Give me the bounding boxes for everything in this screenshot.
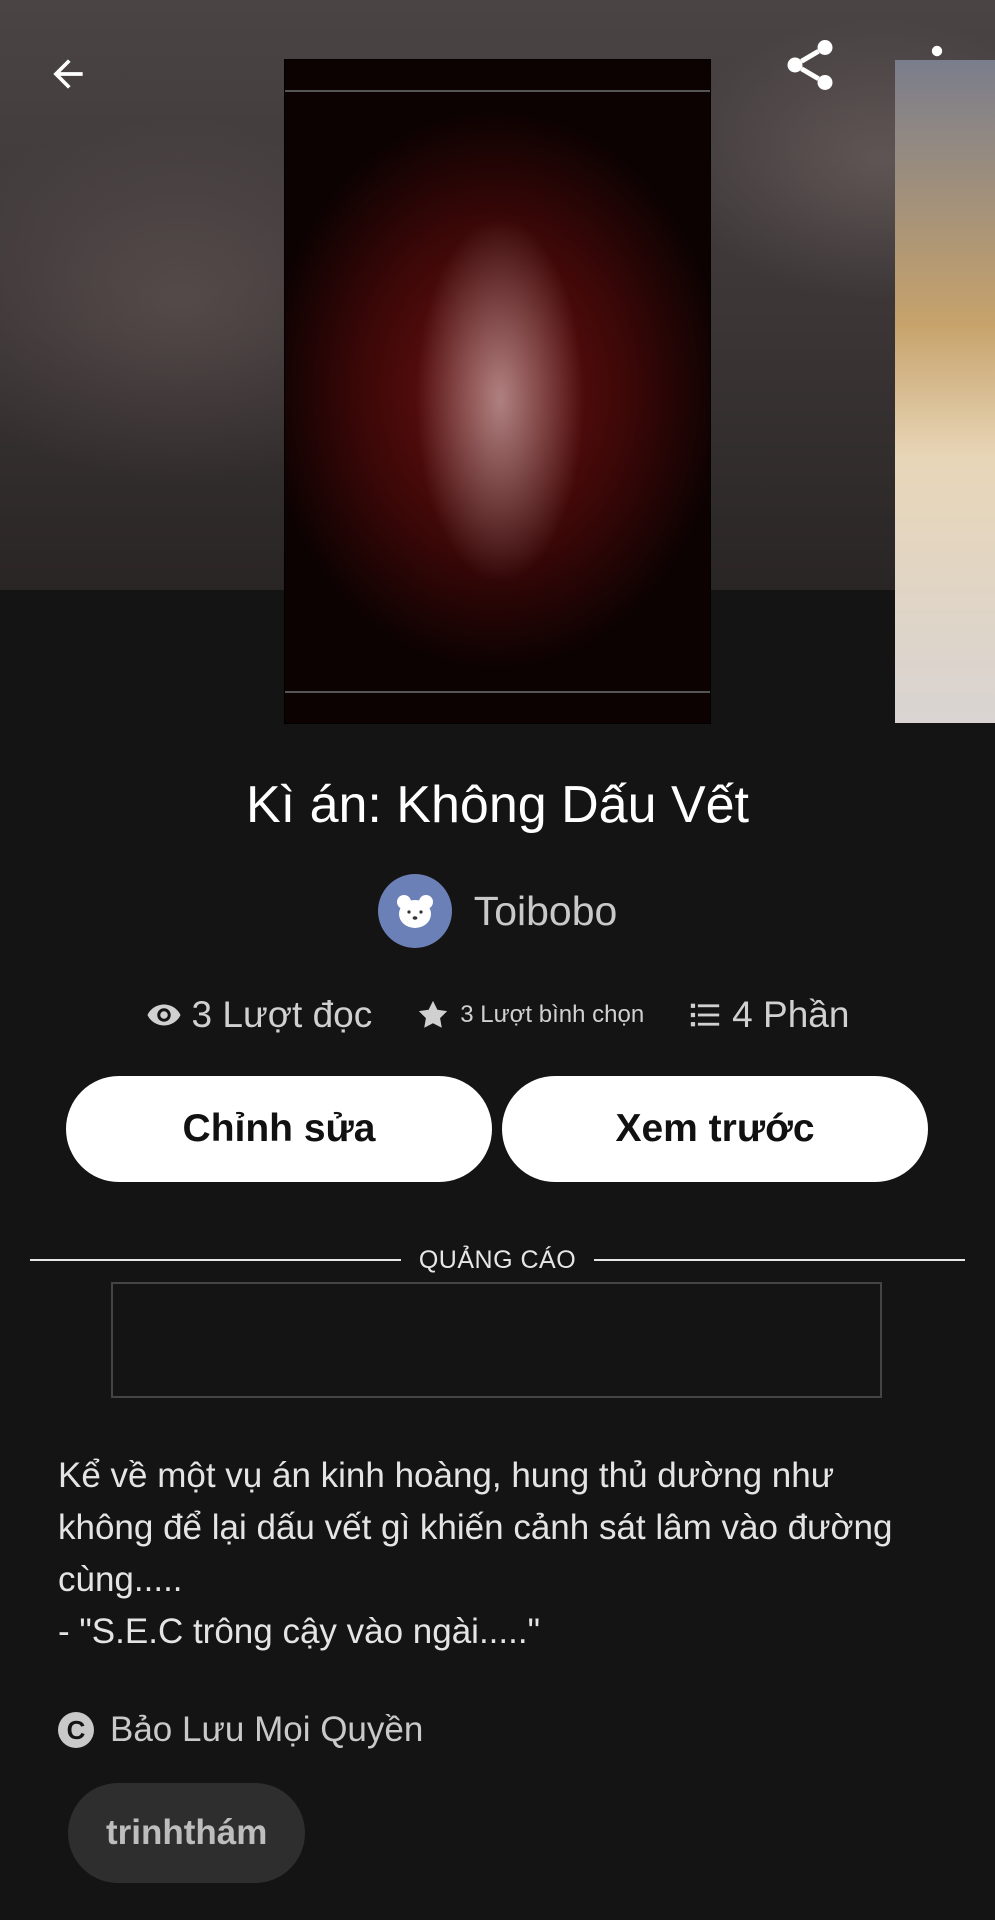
parts-count[interactable]: 4 Phần [732, 994, 849, 1036]
votes-stat: 3 Lượt bình chọn [416, 998, 644, 1032]
parts-stat[interactable]: 4 Phần [688, 994, 849, 1036]
author-row[interactable]: Toibobo [0, 873, 995, 949]
bear-icon [396, 895, 433, 928]
description-line: Kể về một vụ án kinh hoàng, hung thủ dườ… [58, 1456, 893, 1599]
stats-row: 3 Lượt đọc 3 Lượt bình chọn 4 Phần [0, 985, 995, 1045]
share-button[interactable] [775, 30, 845, 100]
description-line: - "S.E.C trông cậy vào ngài....." [58, 1612, 541, 1651]
back-button[interactable] [36, 42, 100, 106]
next-story-cover[interactable] [895, 60, 995, 723]
copyright-text: Bảo Lưu Mọi Quyền [110, 1710, 424, 1749]
author-name[interactable]: Toibobo [474, 888, 618, 935]
author-avatar[interactable] [377, 874, 452, 948]
ad-header: QUẢNG CÁO [30, 1240, 966, 1280]
votes-count: 3 Lượt bình chọn [460, 1001, 645, 1028]
copyright-row: C Bảo Lưu Mọi Quyền [58, 1705, 423, 1755]
story-title: Kì án: Không Dấu Vết [245, 776, 749, 834]
ad-slot[interactable] [111, 1282, 882, 1398]
story-cover[interactable] [285, 60, 710, 723]
ad-label: QUẢNG CÁO [418, 1245, 577, 1274]
preview-button[interactable]: Xem trước [502, 1076, 928, 1182]
list-icon [691, 1003, 720, 1027]
edit-button[interactable]: Chỉnh sửa [66, 1076, 492, 1182]
tag-chip[interactable]: trinhthám [68, 1783, 306, 1883]
divider [30, 1259, 401, 1261]
share-icon [787, 40, 833, 90]
story-description: Kể về một vụ án kinh hoàng, hung thủ dườ… [58, 1450, 938, 1658]
reads-stat: 3 Lượt đọc [146, 994, 373, 1036]
divider [594, 1259, 966, 1261]
reads-count: 3 Lượt đọc [191, 994, 373, 1035]
star-icon [419, 1000, 448, 1028]
back-arrow-icon [53, 59, 83, 89]
eye-icon [147, 1004, 181, 1026]
copyright-icon: C [58, 1712, 94, 1748]
